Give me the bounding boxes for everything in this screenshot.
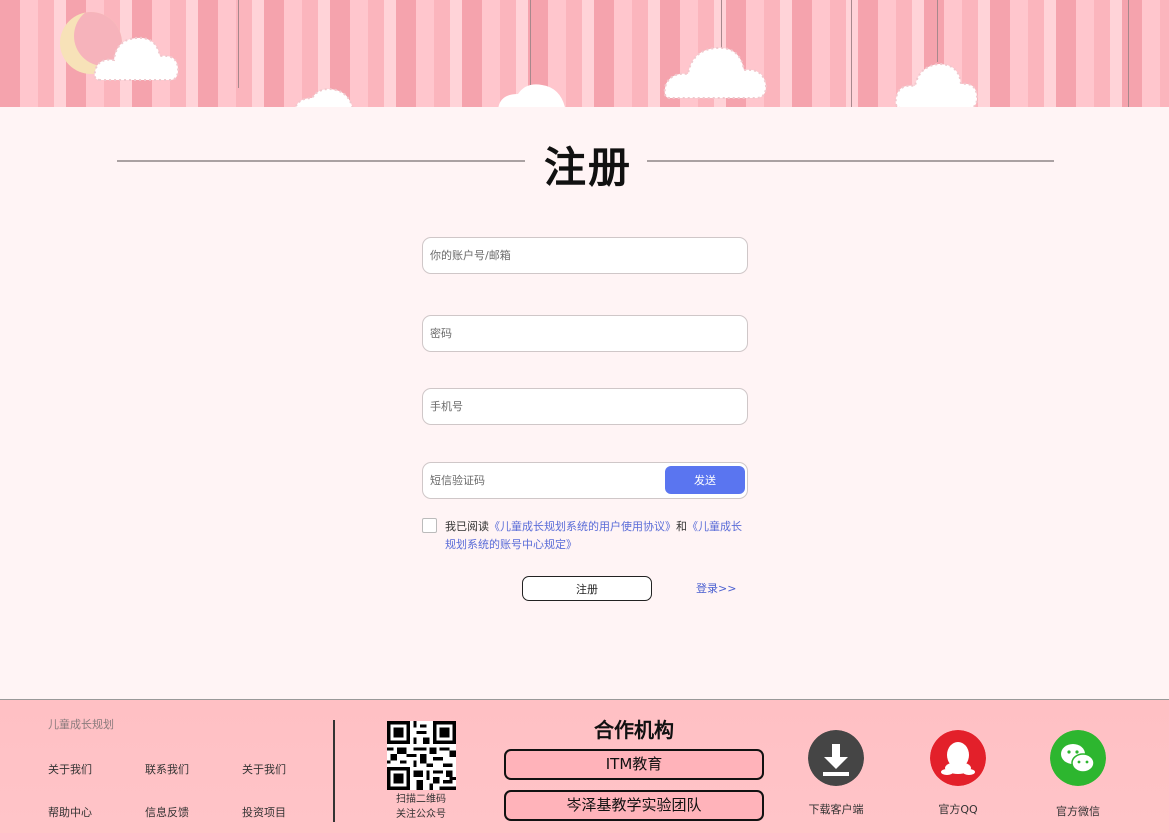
- cloud-icon: [294, 88, 354, 107]
- agree-checkbox[interactable]: [422, 518, 437, 533]
- footer: 儿童成长规划 关于我们 联系我们 关于我们 帮助中心 信息反馈 投资项目 扫描二…: [0, 699, 1169, 833]
- cloud-icon: [498, 84, 565, 107]
- user-agreement-link[interactable]: 《儿童成长规划系统的用户使用协议》: [489, 520, 676, 533]
- password-input[interactable]: [423, 316, 660, 351]
- sms-code-field: 发送: [422, 462, 748, 499]
- download-label: 下载客户端: [808, 803, 864, 816]
- page-title: 注册: [543, 143, 632, 192]
- cloud-icon: [93, 36, 180, 81]
- footer-link-contact[interactable]: 联系我们: [145, 761, 189, 777]
- agree-prefix: 我已阅读: [445, 520, 489, 533]
- qq-label: 官方QQ: [938, 803, 978, 816]
- partners-title: 合作机构: [594, 718, 674, 742]
- password-field: [422, 315, 748, 352]
- login-link[interactable]: 登录>>: [696, 580, 736, 596]
- send-code-button[interactable]: 发送: [665, 466, 745, 494]
- wechat-icon[interactable]: [1050, 730, 1106, 786]
- agree-and: 和: [676, 520, 687, 533]
- qq-icon[interactable]: [930, 730, 986, 786]
- partner-itm[interactable]: ITM教育: [504, 749, 764, 780]
- partner-lab[interactable]: 岑泽基教学实验团队: [504, 790, 764, 821]
- footer-link-invest[interactable]: 投资项目: [242, 804, 286, 820]
- footer-brand: 儿童成长规划: [48, 718, 114, 731]
- account-input[interactable]: [423, 238, 660, 273]
- hanging-string: [851, 0, 852, 107]
- account-field: [422, 237, 748, 274]
- qr-caption: 扫描二维码 关注公众号: [380, 792, 462, 822]
- footer-link-about[interactable]: 关于我们: [48, 761, 92, 777]
- cloud-icon: [894, 62, 979, 107]
- cloud-icon: [663, 46, 768, 99]
- download-icon[interactable]: [808, 730, 864, 786]
- agreement-text: 我已阅读《儿童成长规划系统的用户使用协议》和《儿童成长规划系统的账号中心规定》: [445, 518, 745, 554]
- phone-input[interactable]: [423, 389, 660, 424]
- phone-field: [422, 388, 748, 425]
- qr-caption-line1: 扫描二维码: [396, 794, 446, 805]
- hanging-string: [1128, 0, 1129, 107]
- footer-link-about-2[interactable]: 关于我们: [242, 761, 286, 777]
- wechat-label: 官方微信: [1056, 805, 1100, 818]
- title-divider-left: [117, 160, 525, 162]
- title-divider-right: [647, 160, 1054, 162]
- header-banner: [0, 0, 1169, 107]
- register-button[interactable]: 注册: [522, 576, 652, 601]
- footer-divider: [333, 720, 335, 822]
- sms-code-input[interactable]: [423, 463, 660, 498]
- hanging-string: [238, 0, 239, 88]
- hanging-string: [530, 0, 531, 85]
- hanging-string: [937, 0, 938, 62]
- qr-code-icon: [387, 721, 456, 790]
- footer-link-feedback[interactable]: 信息反馈: [145, 804, 189, 820]
- qr-caption-line2: 关注公众号: [396, 809, 446, 820]
- footer-link-help[interactable]: 帮助中心: [48, 804, 92, 820]
